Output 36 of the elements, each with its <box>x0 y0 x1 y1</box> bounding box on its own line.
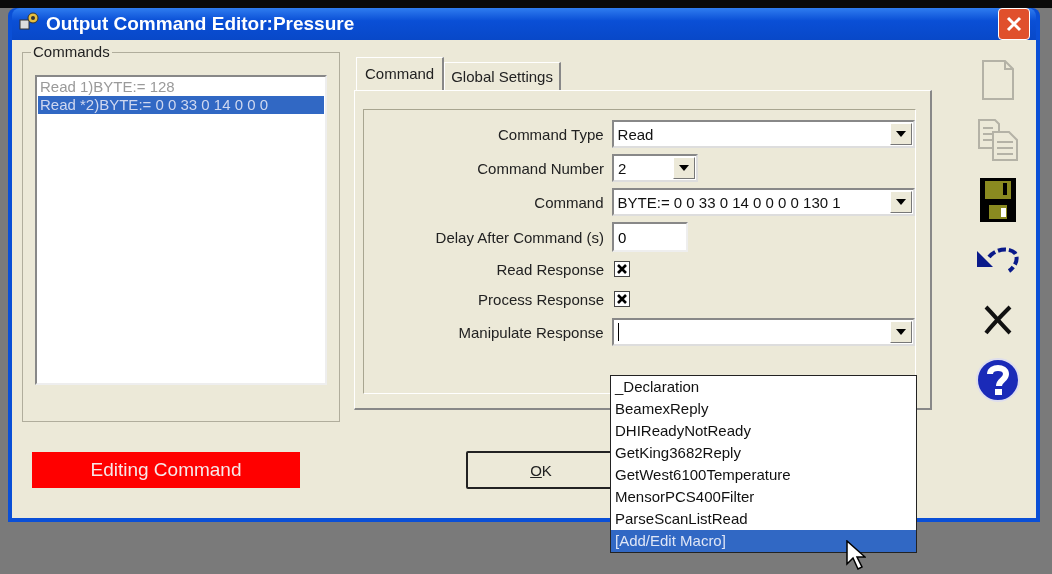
checkbox[interactable] <box>614 261 630 277</box>
undo-icon[interactable] <box>975 245 1021 275</box>
window-title: Output Command Editor:Pressure <box>46 13 356 35</box>
caret-icon[interactable] <box>890 191 912 213</box>
tab[interactable]: Command <box>356 57 445 91</box>
field-label: Delay After Command (s) <box>434 228 605 246</box>
dropdown-item[interactable]: ParseScanListRead <box>611 508 916 530</box>
input-field[interactable]: 0 <box>612 222 688 252</box>
close-icon[interactable] <box>1005 15 1023 33</box>
dropdown-field[interactable] <box>611 318 915 346</box>
caret-icon[interactable] <box>890 321 912 343</box>
caret-icon[interactable] <box>673 157 695 179</box>
dropdown-item[interactable]: [Add/Edit Macro] <box>611 530 916 552</box>
caret-icon[interactable] <box>890 123 912 145</box>
dropdown-item[interactable]: BeamexReply <box>611 398 916 420</box>
delete-icon[interactable] <box>983 304 1013 336</box>
field-label: Process Response <box>477 290 605 308</box>
dropdown-item[interactable]: _Declaration <box>611 376 916 398</box>
help-icon[interactable] <box>975 357 1021 403</box>
dropdown-field[interactable]: 2 <box>612 154 698 182</box>
group-label: Commands <box>31 43 112 60</box>
close-button[interactable] <box>998 8 1030 40</box>
checkbox[interactable] <box>614 291 630 307</box>
dropdown-field[interactable]: Read <box>611 120 915 148</box>
field-label: Command Number <box>476 159 605 177</box>
dropdown-field[interactable]: BYTE:= 0 0 33 0 14 0 0 0 0 130 1 <box>611 188 915 216</box>
status-label: Editing Command <box>32 452 300 488</box>
field-label: Command Type <box>496 125 605 143</box>
save-icon[interactable] <box>979 177 1017 223</box>
field-label: Read Response <box>495 260 605 278</box>
dropdown-item[interactable]: MensorPCS400Filter <box>611 486 916 508</box>
tab[interactable]: Global Settings <box>444 62 561 90</box>
list-item[interactable]: Read *2)BYTE:= 0 0 33 0 14 0 0 0 <box>38 96 324 114</box>
field-label: Manipulate Response <box>457 323 605 341</box>
field-label: Command <box>533 193 605 211</box>
dropdown-item[interactable]: DHIReadyNotReady <box>611 420 916 442</box>
